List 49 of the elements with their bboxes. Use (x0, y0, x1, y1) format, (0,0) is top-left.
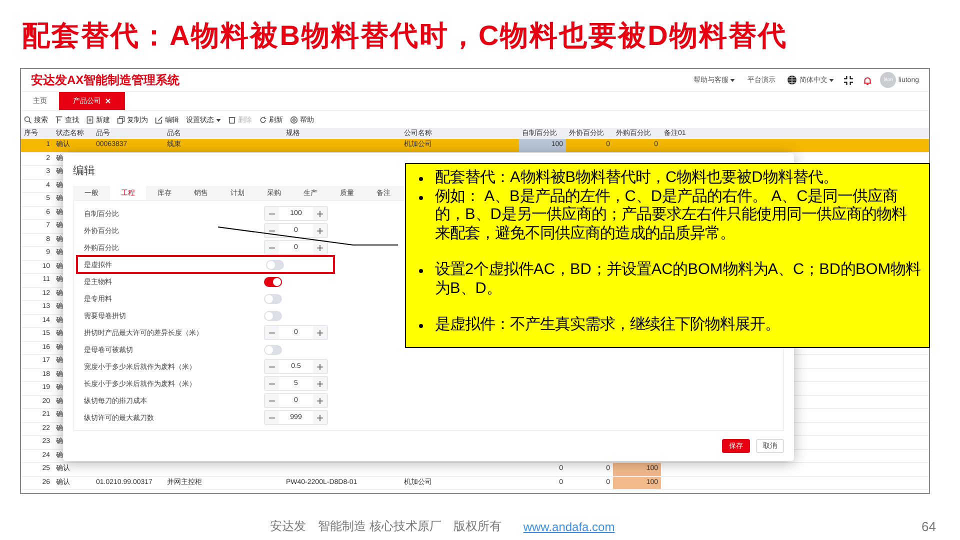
minus-icon[interactable] (269, 380, 275, 386)
toggle-switch[interactable] (266, 260, 284, 270)
plus-icon[interactable] (317, 398, 323, 404)
bullet-icon (419, 269, 423, 273)
new-document-icon (86, 116, 94, 124)
refresh-icon (259, 116, 267, 124)
page-number: 64 (922, 519, 936, 534)
plus-icon[interactable] (317, 364, 323, 370)
plus-icon[interactable] (317, 210, 323, 216)
minus-icon[interactable] (269, 244, 275, 250)
caret-icon (730, 78, 736, 82)
search-icon (24, 116, 32, 124)
bullet-icon (419, 177, 423, 181)
globe-icon (787, 75, 798, 85)
note-text: 设置2个虚拟件AC，BD；并设置AC的BOM物料为A、C；BD的BOM物料为B、D。 (435, 261, 921, 298)
plus-icon[interactable] (317, 330, 323, 336)
minus-icon[interactable] (269, 330, 275, 336)
edit-icon (155, 116, 163, 124)
plus-icon[interactable] (317, 380, 323, 386)
minus-icon[interactable] (269, 228, 275, 234)
caret-icon (829, 78, 834, 82)
bullet-icon (419, 324, 423, 328)
note-text: 例如： A、B是产品的左件，C、D是产品的右件。 A、C是同一供应商的，B、D是另一供应商的；产品要求左右件只能使用同一供应商的物料来配套，避免不同供应商的造成的品质异常。 (435, 188, 908, 243)
minus-icon[interactable] (269, 398, 275, 404)
toggle-switch[interactable] (264, 344, 282, 354)
bell-icon[interactable] (863, 76, 872, 84)
toggle-switch[interactable] (264, 310, 282, 320)
shrink-icon[interactable] (844, 76, 854, 84)
trash-icon (228, 116, 236, 124)
caret-icon (216, 118, 221, 122)
footer-text: 安达发 智能制造 核心技术原厂 版权所有 (270, 518, 502, 535)
find-icon (55, 116, 63, 124)
minus-icon[interactable] (269, 210, 275, 216)
toggle-switch[interactable] (264, 294, 282, 304)
minus-icon[interactable] (269, 414, 275, 420)
plus-icon[interactable] (317, 228, 323, 234)
slide-title: 配套替代：A物料被B物料替代时，C物料也要被D物料替代 (22, 19, 788, 53)
note-text: 配套替代：A物料被B物料替代时，C物料也要被D物料替代。 (435, 169, 838, 188)
close-icon[interactable] (105, 98, 111, 104)
app-title: 安达发AX智能制造管理系统 (31, 72, 180, 88)
copy-icon (117, 116, 125, 124)
bullet-icon (419, 196, 423, 200)
dialog-title: 编辑 (73, 164, 95, 178)
note-text: 是虚拟件：不产生真实需求，继续往下阶物料展开。 (435, 316, 780, 334)
help-icon (290, 116, 298, 124)
plus-icon[interactable] (317, 244, 323, 250)
toggle-switch[interactable] (264, 276, 282, 286)
plus-icon[interactable] (317, 414, 323, 420)
minus-icon[interactable] (269, 364, 275, 370)
